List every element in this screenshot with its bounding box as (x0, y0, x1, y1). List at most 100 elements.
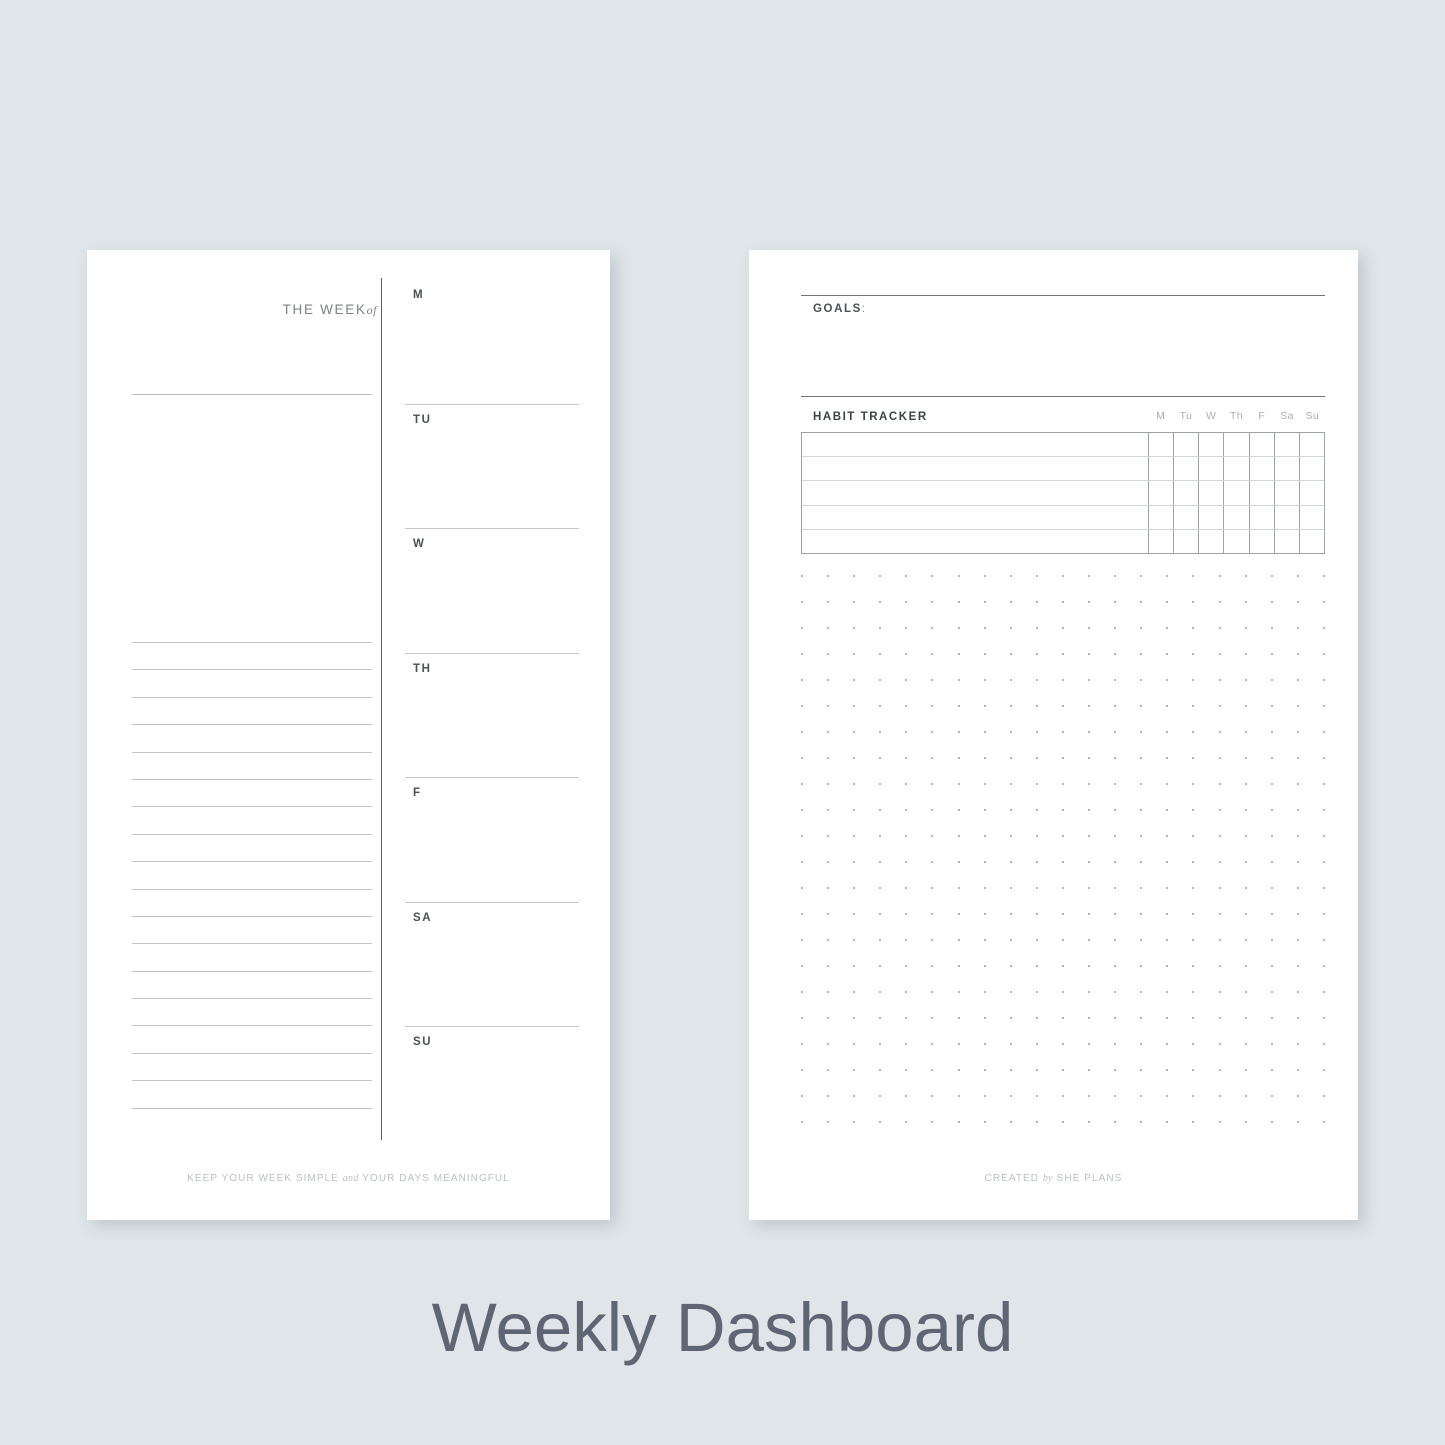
note-line[interactable] (132, 724, 372, 726)
habit-day-cell[interactable] (1224, 481, 1250, 505)
page-title: Weekly Dashboard (431, 1289, 1014, 1366)
notes-lines-area[interactable] (132, 642, 372, 1135)
habit-day-cell[interactable] (1300, 457, 1324, 480)
grid-dot (1061, 601, 1064, 603)
note-line[interactable] (132, 1025, 372, 1027)
note-line[interactable] (132, 1107, 372, 1109)
habit-day-cell[interactable] (1149, 505, 1175, 529)
habit-day-cell[interactable] (1174, 457, 1200, 481)
habit-row[interactable] (802, 481, 1324, 506)
habit-day-cell[interactable] (1250, 457, 1275, 481)
habit-day-cell[interactable] (1149, 529, 1175, 554)
habit-row[interactable] (802, 505, 1324, 530)
grid-dot (1088, 705, 1091, 707)
habit-row[interactable] (802, 433, 1324, 458)
grid-dot (1009, 705, 1012, 707)
day-block[interactable]: W (397, 529, 579, 654)
habit-day-cell[interactable] (1300, 506, 1324, 529)
note-line[interactable] (132, 970, 372, 972)
habit-day-cell[interactable] (1199, 529, 1225, 554)
habit-day-cell[interactable] (1250, 505, 1275, 529)
note-line[interactable] (132, 778, 372, 780)
habit-day-cell[interactable] (1300, 433, 1324, 456)
grid-dot (1088, 1017, 1091, 1019)
note-line[interactable] (132, 1052, 372, 1054)
grid-dot (853, 991, 856, 993)
grid-dot (1009, 939, 1012, 941)
habit-day-cell[interactable] (1199, 457, 1225, 481)
grid-dot (1061, 731, 1064, 733)
grid-dot (853, 575, 856, 577)
grid-dot (1061, 1017, 1064, 1019)
grid-dot (827, 809, 830, 811)
habit-day-cell[interactable] (1275, 481, 1300, 505)
note-line[interactable] (132, 669, 372, 671)
day-block[interactable]: TH (397, 654, 579, 778)
habit-day-cell[interactable] (1275, 457, 1300, 481)
grid-dot (801, 757, 803, 759)
habit-day-cell[interactable] (1199, 433, 1225, 457)
habit-day-cell[interactable] (1275, 529, 1300, 554)
week-of-writing-rule[interactable] (132, 394, 372, 395)
habit-day-cell[interactable] (1224, 529, 1250, 554)
note-line[interactable] (132, 751, 372, 753)
day-block[interactable]: F (397, 778, 579, 903)
habit-row[interactable] (802, 529, 1324, 554)
note-line[interactable] (132, 915, 372, 917)
dot-grid-notes-area[interactable] (801, 575, 1325, 1147)
habit-day-cell[interactable] (1149, 481, 1175, 505)
habit-name-cell[interactable] (802, 457, 1149, 481)
habit-name-cell[interactable] (802, 529, 1149, 554)
grid-dot (983, 809, 986, 811)
grid-dot (905, 679, 908, 681)
grid-dot (879, 887, 882, 889)
day-block[interactable]: SA (397, 903, 579, 1027)
habit-day-cell[interactable] (1275, 505, 1300, 529)
habit-day-cell[interactable] (1300, 530, 1324, 553)
day-block[interactable]: SU (397, 1027, 579, 1152)
habit-day-cell[interactable] (1174, 481, 1200, 505)
note-line[interactable] (132, 888, 372, 890)
note-line[interactable] (132, 833, 372, 835)
habit-day-cell[interactable] (1224, 505, 1250, 529)
habit-name-cell[interactable] (802, 433, 1149, 457)
grid-dot (1035, 627, 1038, 629)
habit-day-cell[interactable] (1224, 457, 1250, 481)
habit-day-cell[interactable] (1174, 505, 1200, 529)
habit-day-cell[interactable] (1224, 433, 1250, 457)
habit-name-cell[interactable] (802, 505, 1149, 529)
habit-day-cell[interactable] (1149, 433, 1175, 457)
habit-day-cell[interactable] (1300, 481, 1324, 504)
habit-day-cell[interactable] (1199, 505, 1225, 529)
note-line[interactable] (132, 642, 372, 643)
habit-day-cell[interactable] (1250, 481, 1275, 505)
day-block[interactable]: TU (397, 405, 579, 529)
habit-day-cell[interactable] (1250, 529, 1275, 554)
habit-day-cell[interactable] (1149, 457, 1175, 481)
habit-day-cell[interactable] (1174, 433, 1200, 457)
note-line[interactable] (132, 861, 372, 863)
note-line[interactable] (132, 696, 372, 698)
grid-dot (1244, 1017, 1247, 1019)
note-line[interactable] (132, 998, 372, 1000)
habit-tracker-table[interactable] (801, 432, 1325, 554)
habit-day-cell[interactable] (1174, 529, 1200, 554)
grid-dot (1322, 1017, 1325, 1019)
grid-dot (931, 991, 934, 993)
habit-day-cell[interactable] (1199, 481, 1225, 505)
grid-dot (1061, 835, 1064, 837)
note-line[interactable] (132, 943, 372, 945)
habit-row[interactable] (802, 457, 1324, 482)
grid-dot (1244, 601, 1247, 603)
habit-day-cell[interactable] (1275, 433, 1300, 457)
grid-dot (1061, 861, 1064, 863)
grid-dot (1270, 913, 1273, 915)
day-block[interactable]: M (397, 280, 579, 405)
grid-dot (1192, 1043, 1195, 1045)
habit-day-cell[interactable] (1250, 433, 1275, 457)
grid-dot (1322, 1043, 1325, 1045)
note-line[interactable] (132, 806, 372, 808)
habit-name-cell[interactable] (802, 481, 1149, 505)
note-line[interactable] (132, 1080, 372, 1082)
grid-dot (931, 887, 934, 889)
